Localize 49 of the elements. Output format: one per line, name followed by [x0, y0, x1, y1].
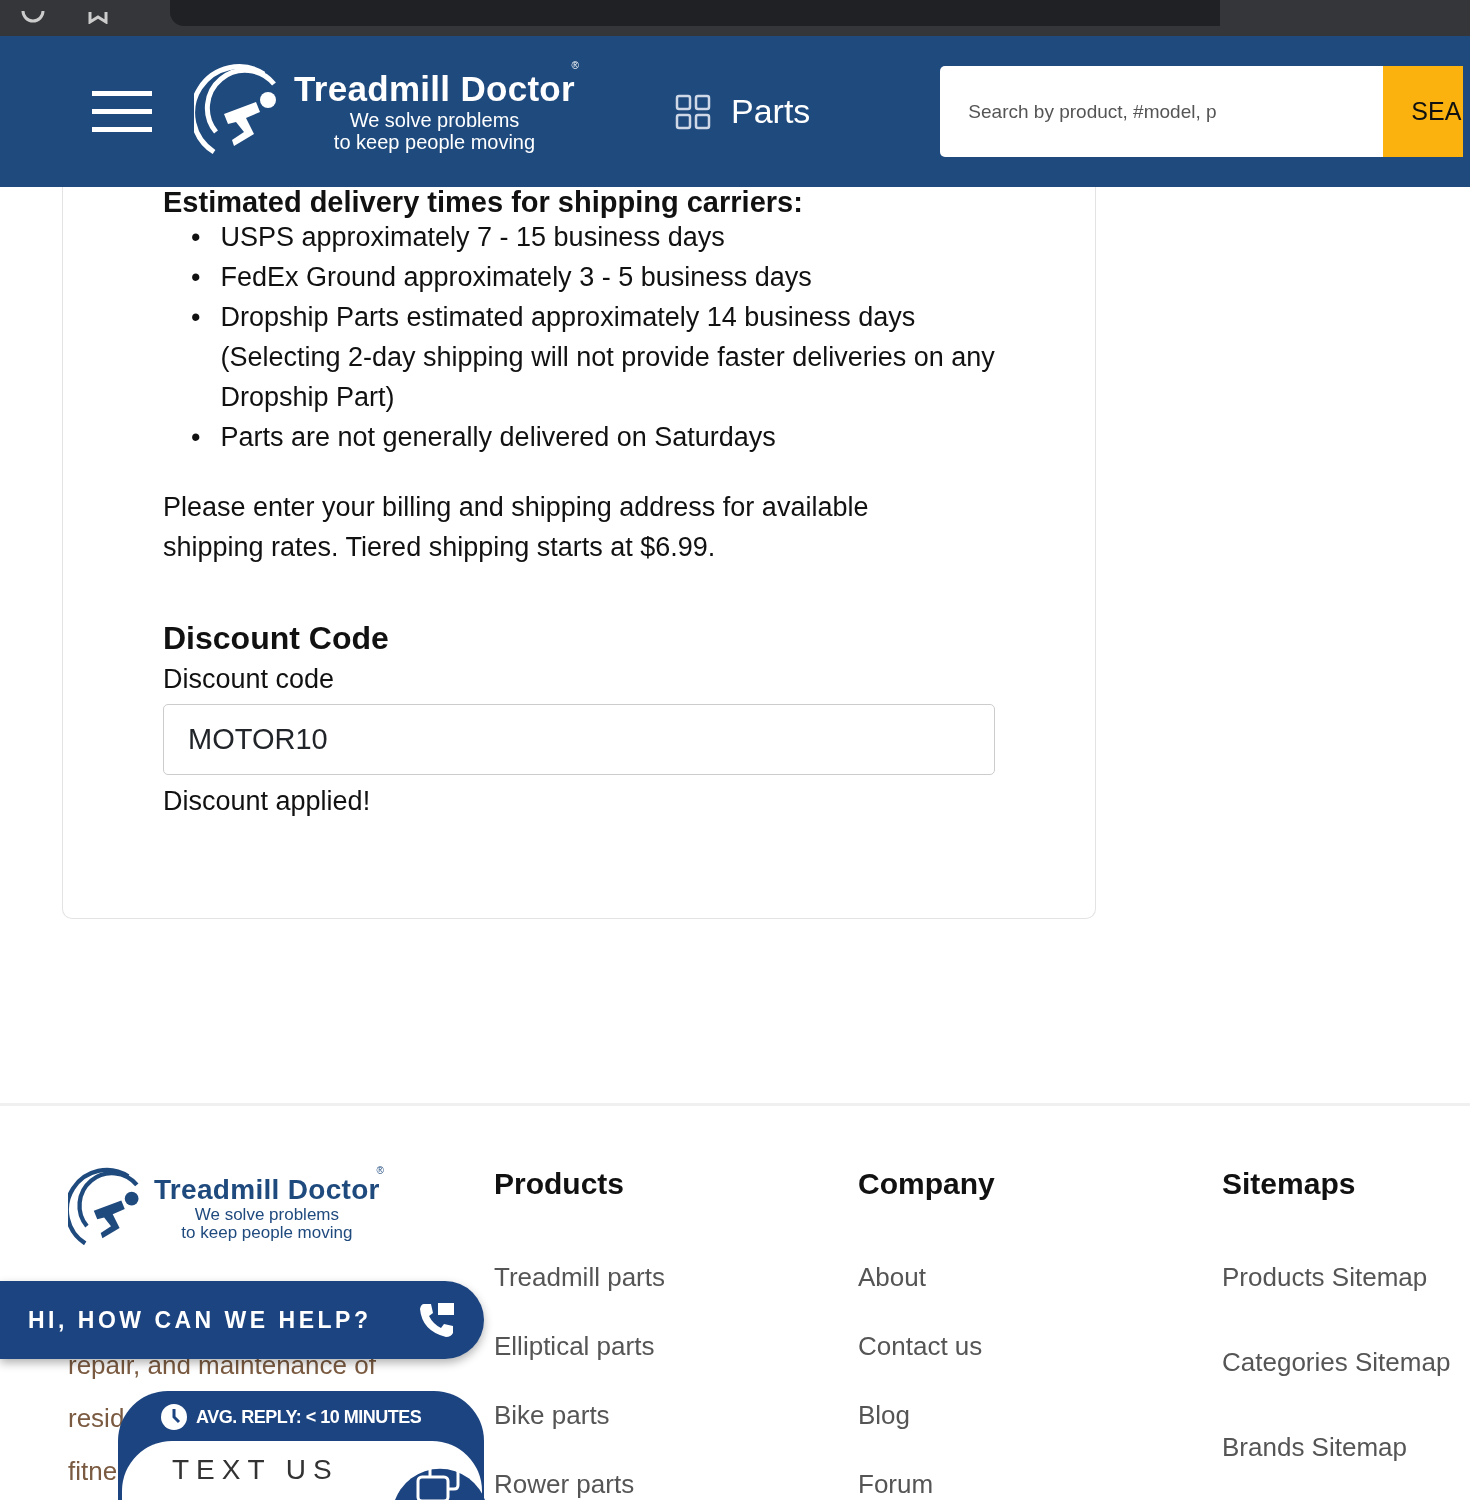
registered-mark: ®	[571, 60, 579, 72]
phone-icon	[418, 1301, 456, 1339]
footer-link[interactable]: Contact us	[858, 1327, 983, 1366]
search-button[interactable]: SEA	[1383, 66, 1464, 157]
clock-icon	[160, 1403, 188, 1431]
description-text: fitne	[68, 1456, 118, 1486]
footer-link[interactable]: Blog	[858, 1396, 911, 1435]
footer-link[interactable]: Rower parts	[494, 1465, 635, 1500]
grid-icon	[675, 93, 711, 130]
footer-link[interactable]: Treadmill parts	[494, 1258, 665, 1297]
registered-mark: ®	[376, 1164, 384, 1176]
footer-link[interactable]: Elliptical parts	[494, 1327, 655, 1366]
brand-name: Treadmill Doctor	[294, 70, 575, 109]
tagline: We solve problems	[349, 108, 520, 131]
bullet: •	[191, 301, 201, 334]
brand-name: Treadmill Doctor	[154, 1174, 380, 1206]
tagline: We solve problems	[194, 1205, 339, 1225]
text-us-button[interactable]: TEXT US	[172, 1453, 339, 1487]
parts-link[interactable]: Parts	[675, 86, 811, 137]
footer-link[interactable]: Forum	[858, 1465, 934, 1500]
delivery-item: USPS approximately 7 - 15 business days	[220, 221, 725, 254]
bullet: •	[191, 261, 201, 294]
discount-code-field[interactable]: MOTOR10	[163, 703, 995, 775]
column-heading: Products	[494, 1166, 626, 1202]
footer-link[interactable]: About	[858, 1258, 926, 1297]
description-text: resid	[68, 1403, 125, 1433]
discount-heading: Discount Code	[163, 619, 390, 658]
tagline: to keep people moving	[333, 130, 536, 153]
footer-link[interactable]: Brands Sitemap	[1222, 1428, 1407, 1467]
delivery-item: Dropship Parts estimated approximately 14 business days (Selecting 2-day shipping will not provide faster deliveries on any Dropship Part)	[220, 301, 996, 414]
column-heading: Sitemaps	[1222, 1166, 1357, 1202]
reload-icon[interactable]	[20, 11, 46, 25]
footer-link[interactable]: Bike parts	[494, 1396, 610, 1435]
tagline: to keep people moving	[181, 1224, 353, 1244]
chat-help-button[interactable]: HI, HOW CAN WE HELP?	[0, 1281, 484, 1359]
bullet: •	[191, 221, 201, 254]
discount-label: Discount code	[163, 663, 336, 697]
footer-link[interactable]: Categories Sitemap	[1222, 1343, 1451, 1382]
delivery-item: FedEx Ground approximately 3 - 5 business days	[220, 261, 812, 294]
discount-message: Discount applied!	[163, 784, 372, 818]
delivery-item: Parts are not generally delivered on Saturdays	[220, 421, 776, 454]
delivery-heading: Estimated delivery times for shipping carriers:	[163, 187, 804, 217]
shipping-note: Please enter your billing and shipping address for available shipping rates. Tiered shipping starts at $6.99.	[163, 491, 870, 564]
search-field[interactable]: Search by product, #model, p	[940, 66, 1384, 157]
reply-time-text: AVG. REPLY: < 10 MINUTES	[196, 1405, 422, 1429]
footer-link[interactable]: Products Sitemap	[1222, 1258, 1428, 1297]
column-heading: Company	[858, 1166, 996, 1202]
menu-icon[interactable]	[92, 88, 152, 135]
bullet: •	[191, 421, 201, 454]
